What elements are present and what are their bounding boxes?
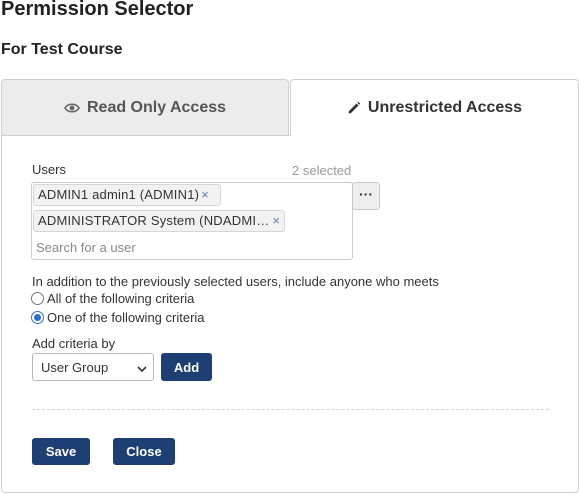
radio-all-criteria[interactable]: All of the following criteria xyxy=(31,291,194,306)
user-chip: ADMIN1 admin1 (ADMIN1) × xyxy=(33,184,221,206)
eye-icon xyxy=(64,102,80,114)
add-criteria-label: Add criteria by xyxy=(32,336,116,351)
pencil-icon xyxy=(347,101,361,115)
radio-button[interactable] xyxy=(31,311,44,324)
page-title: Permission Selector xyxy=(1,0,194,20)
remove-user-icon[interactable]: × xyxy=(272,211,280,231)
criteria-type-select[interactable]: User Group xyxy=(32,353,154,381)
add-criteria-button[interactable]: Add xyxy=(161,353,212,381)
selected-count: 2 selected xyxy=(292,163,352,178)
tab-label: Unrestricted Access xyxy=(367,99,523,116)
criteria-intro-text: In addition to the previously selected u… xyxy=(32,274,439,289)
user-chip-label: ADMINISTRATOR System (NDADMINISTRATOR) xyxy=(38,213,270,228)
chevron-down-icon xyxy=(137,360,147,375)
page-subtitle: For Test Course xyxy=(1,41,123,58)
radio-button[interactable] xyxy=(31,292,44,305)
radio-label: One of the following criteria xyxy=(47,310,205,325)
save-button[interactable]: Save xyxy=(32,438,90,465)
remove-user-icon[interactable]: × xyxy=(201,185,209,205)
user-search-input[interactable] xyxy=(33,237,339,257)
tab-label: Read Only Access xyxy=(86,98,227,116)
radio-one-criteria[interactable]: One of the following criteria xyxy=(31,310,205,325)
tab-read-only-access[interactable]: Read Only Access xyxy=(1,79,289,136)
close-button[interactable]: Close xyxy=(113,438,175,465)
ellipsis-icon: ··· xyxy=(359,185,373,202)
user-chip: ADMINISTRATOR System (NDADMINISTRATOR) × xyxy=(33,210,285,232)
user-chip-label: ADMIN1 admin1 (ADMIN1) xyxy=(38,187,200,202)
radio-label: All of the following criteria xyxy=(47,291,195,306)
select-value: User Group xyxy=(41,359,109,375)
users-label: Users xyxy=(32,162,66,177)
browse-users-button[interactable]: ··· xyxy=(352,182,380,210)
divider xyxy=(32,409,549,410)
tab-unrestricted-access[interactable]: Unrestricted Access xyxy=(290,79,579,136)
